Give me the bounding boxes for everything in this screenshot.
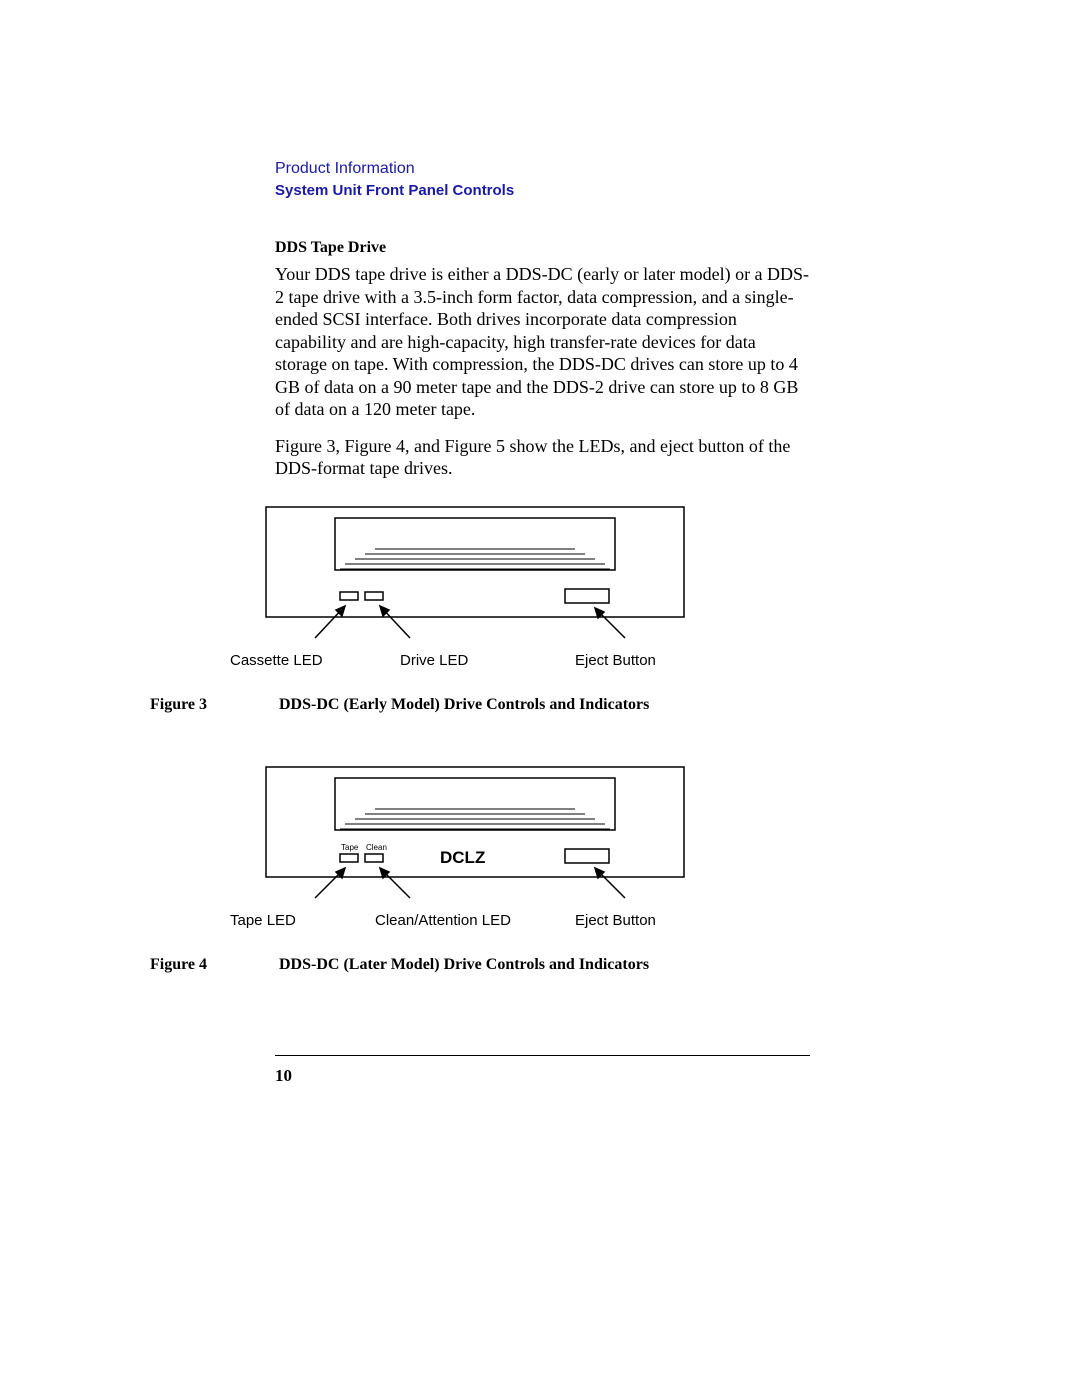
page-number: 10	[275, 1066, 292, 1085]
figure-4-label-clean-attention-led: Clean/Attention LED	[375, 912, 511, 929]
body-paragraph-1: Your DDS tape drive is either a DDS-DC (…	[275, 263, 810, 421]
figure-3-label-cassette-led: Cassette LED	[230, 652, 323, 669]
figure-4-dclz-text: DCLZ	[440, 848, 485, 867]
figure-3-label-eject-button: Eject Button	[575, 652, 656, 669]
subsection-title: DDS Tape Drive	[275, 239, 810, 257]
figure-4-diagram: Tape Clean DCLZ	[265, 766, 685, 906]
figure-3-number: Figure 3	[150, 696, 275, 714]
figure-4: Tape Clean DCLZ Tape LED Clean/Attention…	[275, 766, 810, 934]
body-paragraph-2: Figure 3, Figure 4, and Figure 5 show th…	[275, 435, 810, 480]
figure-3-diagram	[265, 506, 685, 646]
figure-3-caption: DDS-DC (Early Model) Drive Controls and …	[279, 696, 649, 713]
section-title: System Unit Front Panel Controls	[275, 182, 810, 199]
figure-4-label-eject-button: Eject Button	[575, 912, 656, 929]
figure-4-led-clean-text: Clean	[366, 843, 387, 852]
figure-4-led-tape-text: Tape	[341, 843, 359, 852]
breadcrumb-product-info: Product Information	[275, 160, 810, 178]
page-footer: 10	[275, 1055, 810, 1086]
figure-3-label-drive-led: Drive LED	[400, 652, 468, 669]
figure-4-caption: DDS-DC (Later Model) Drive Controls and …	[279, 956, 649, 973]
figure-4-label-tape-led: Tape LED	[230, 912, 296, 929]
figure-4-number: Figure 4	[150, 956, 275, 974]
figure-3: Cassette LED Drive LED Eject Button	[275, 506, 810, 674]
